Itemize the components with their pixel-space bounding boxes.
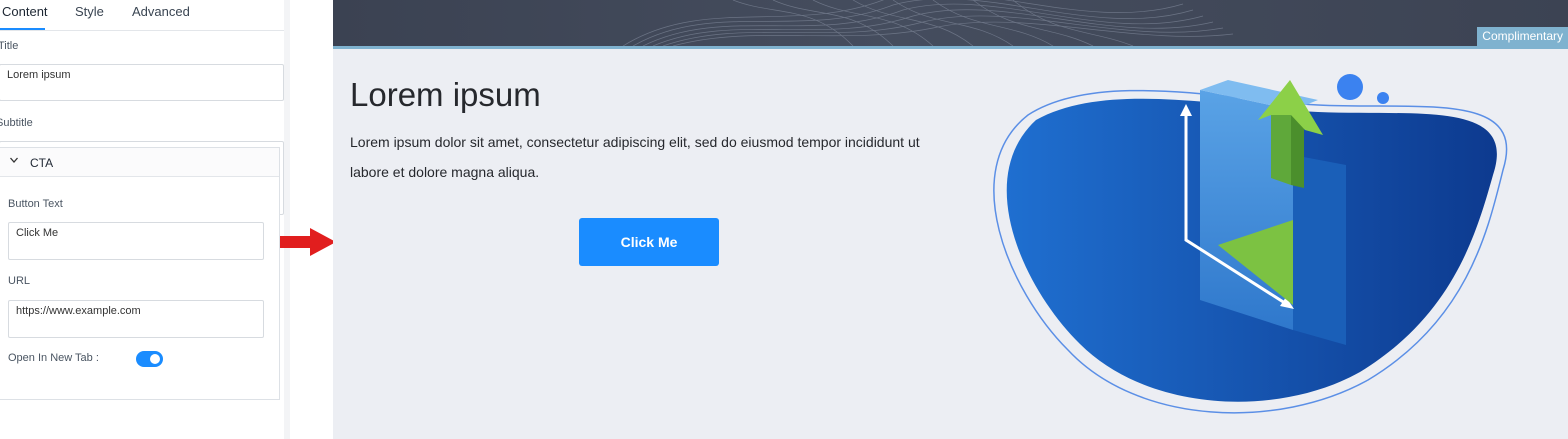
wave-mesh-graphic bbox=[622, 0, 1234, 46]
subtitle-label: Subtitle bbox=[0, 117, 33, 129]
tab-advanced[interactable]: Advanced bbox=[132, 4, 190, 19]
preview-title: Lorem ipsum bbox=[350, 76, 541, 113]
url-label: URL bbox=[8, 275, 31, 287]
preview-description: Lorem ipsum dolor sit amet, consectetur … bbox=[350, 134, 920, 180]
button-text-input[interactable]: Click Me bbox=[8, 222, 264, 260]
active-tab-indicator bbox=[0, 28, 45, 30]
editor-panel: Content Style Advanced Title Lorem ipsum… bbox=[0, 0, 290, 439]
button-text-label: Button Text bbox=[8, 198, 63, 210]
url-input[interactable]: https://www.example.com bbox=[8, 300, 264, 338]
tab-style[interactable]: Style bbox=[75, 4, 104, 19]
upload-screen-illustration bbox=[993, 74, 1508, 414]
open-new-tab-label: Open In New Tab : bbox=[8, 352, 99, 364]
cta-section-header[interactable]: CTA bbox=[0, 148, 279, 177]
preview-canvas: Complimentary Lorem ipsum Lorem ipsum do… bbox=[333, 0, 1568, 439]
cta-section-label: CTA bbox=[30, 156, 54, 170]
toggle-knob bbox=[150, 354, 160, 364]
open-new-tab-toggle[interactable] bbox=[136, 351, 163, 367]
hero-image-band bbox=[333, 0, 1568, 46]
complimentary-badge: Complimentary bbox=[1477, 27, 1568, 47]
tab-bar: Content Style Advanced bbox=[0, 0, 288, 31]
right-arrow-icon bbox=[280, 228, 336, 256]
title-input[interactable]: Lorem ipsum bbox=[0, 64, 284, 101]
tab-content[interactable]: Content bbox=[2, 4, 48, 19]
hero-divider bbox=[333, 46, 1568, 49]
title-label: Title bbox=[0, 40, 19, 52]
panel-divider bbox=[284, 0, 290, 439]
chevron-down-icon bbox=[10, 157, 18, 163]
click-me-button[interactable]: Click Me bbox=[579, 218, 719, 266]
